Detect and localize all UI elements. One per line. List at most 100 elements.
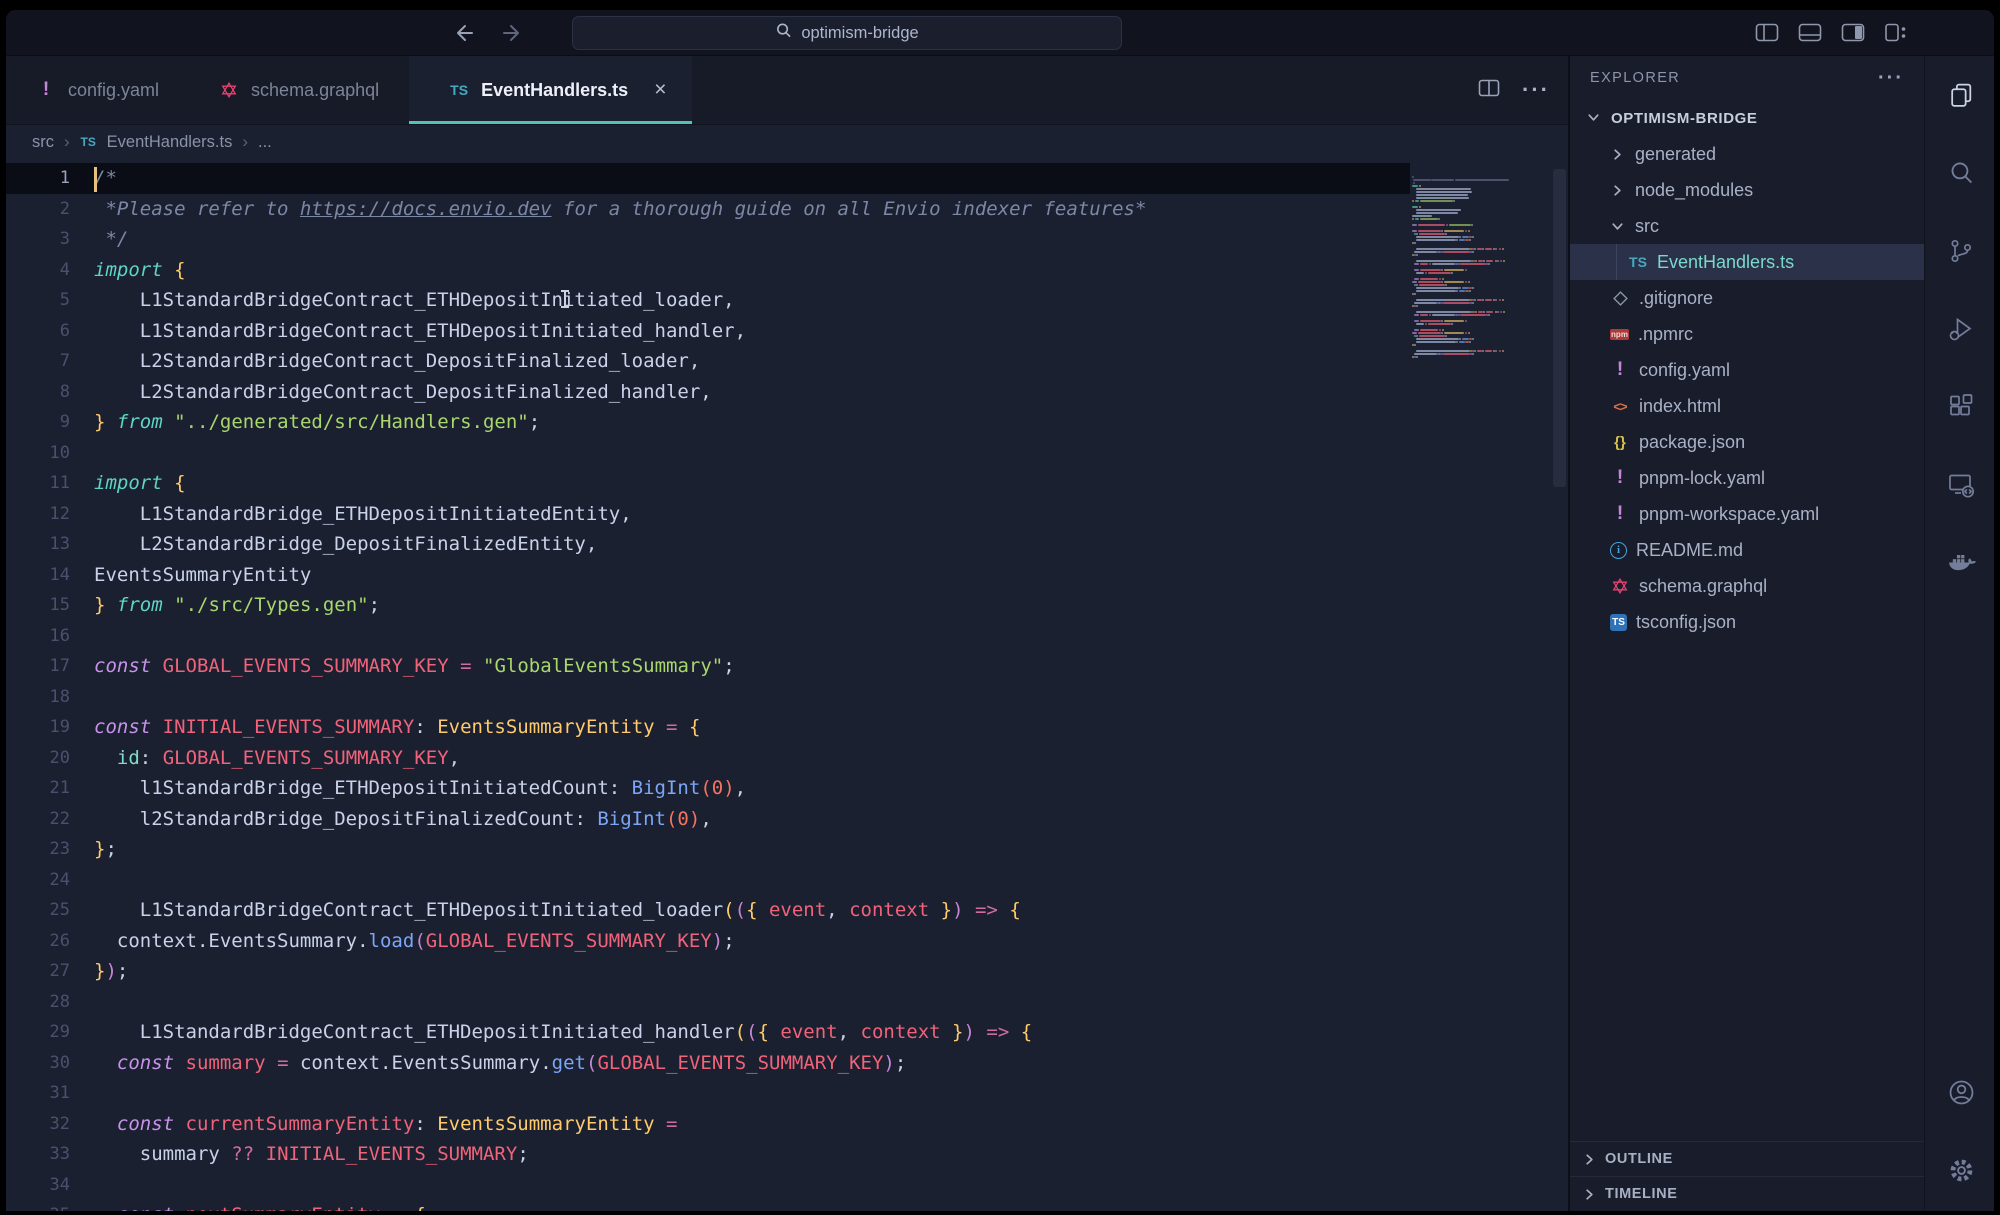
- section-timeline[interactable]: TIMELINE: [1570, 1176, 1924, 1211]
- code-line[interactable]: 14EventsSummaryEntity: [6, 560, 1568, 591]
- code-line[interactable]: 7 L2StandardBridgeContract_DepositFinali…: [6, 346, 1568, 377]
- code-line[interactable]: 25 L1StandardBridgeContract_ETHDepositIn…: [6, 895, 1568, 926]
- activity-docker-icon[interactable]: [1925, 524, 1994, 602]
- tab-config.yaml[interactable]: !config.yaml: [6, 56, 189, 124]
- file-.npmrc[interactable]: npm.npmrc: [1570, 316, 1924, 352]
- code-line[interactable]: 12 L1StandardBridge_ETHDepositInitiatedE…: [6, 499, 1568, 530]
- activity-remote-explorer-icon[interactable]: [1925, 446, 1994, 524]
- folder-src[interactable]: src: [1570, 208, 1924, 244]
- line-number: 12: [6, 499, 94, 530]
- code-line[interactable]: 2 *Please refer to https://docs.envio.de…: [6, 194, 1568, 225]
- code-line[interactable]: 6 L1StandardBridgeContract_ETHDepositIni…: [6, 316, 1568, 347]
- activity-settings-icon[interactable]: [1925, 1131, 1994, 1209]
- line-number: 19: [6, 712, 94, 743]
- tree-item-label: tsconfig.json: [1636, 612, 1736, 633]
- toggle-panel-left-icon[interactable]: [1755, 23, 1779, 42]
- file-README.md[interactable]: iREADME.md: [1570, 532, 1924, 568]
- line-number: 23: [6, 834, 94, 865]
- breadcrumb-symbol[interactable]: ...: [258, 133, 272, 152]
- code-line[interactable]: 28: [6, 987, 1568, 1018]
- activity-search-icon[interactable]: [1925, 134, 1994, 212]
- code-line[interactable]: 24: [6, 865, 1568, 896]
- code-line[interactable]: 35 const nextSummaryEntity = {: [6, 1200, 1568, 1211]
- file-pnpm-lock.yaml[interactable]: !pnpm-lock.yaml: [1570, 460, 1924, 496]
- code-line[interactable]: 1/*: [6, 163, 1568, 194]
- folder-OPTIMISM-BRIDGE[interactable]: OPTIMISM-BRIDGE: [1570, 100, 1924, 136]
- code-line[interactable]: 33 summary ?? INITIAL_EVENTS_SUMMARY;: [6, 1139, 1568, 1170]
- activity-files-icon[interactable]: [1925, 56, 1994, 134]
- code-line[interactable]: 11import {: [6, 468, 1568, 499]
- line-number: 33: [6, 1139, 94, 1170]
- breadcrumb[interactable]: src › TS EventHandlers.ts › ...: [6, 125, 1568, 159]
- editor-more-actions-icon[interactable]: ···: [1522, 77, 1550, 103]
- code-line[interactable]: 10: [6, 438, 1568, 469]
- file-package.json[interactable]: {}package.json: [1570, 424, 1924, 460]
- tree-item-label: package.json: [1639, 432, 1745, 453]
- code-line[interactable]: 17const GLOBAL_EVENTS_SUMMARY_KEY = "Glo…: [6, 651, 1568, 682]
- code-line[interactable]: 22 l2StandardBridge_DepositFinalizedCoun…: [6, 804, 1568, 835]
- breadcrumb-file[interactable]: EventHandlers.ts: [107, 133, 233, 152]
- code-line[interactable]: 19const INITIAL_EVENTS_SUMMARY: EventsSu…: [6, 712, 1568, 743]
- toggle-panel-bottom-icon[interactable]: [1798, 23, 1822, 42]
- code-line[interactable]: 18: [6, 682, 1568, 713]
- code-line[interactable]: 3 */: [6, 224, 1568, 255]
- code-line[interactable]: 31: [6, 1078, 1568, 1109]
- line-number: 5: [6, 285, 94, 316]
- code-line[interactable]: 20 id: GLOBAL_EVENTS_SUMMARY_KEY,: [6, 743, 1568, 774]
- html-file-icon: <>: [1610, 396, 1630, 416]
- breadcrumb-folder[interactable]: src: [32, 133, 54, 152]
- line-number: 20: [6, 743, 94, 774]
- tab-EventHandlers.ts[interactable]: TSEventHandlers.ts×: [409, 56, 692, 124]
- file-schema.graphql[interactable]: schema.graphql: [1570, 568, 1924, 604]
- line-number: 2: [6, 194, 94, 225]
- code-line[interactable]: 27});: [6, 956, 1568, 987]
- file-pnpm-workspace.yaml[interactable]: !pnpm-workspace.yaml: [1570, 496, 1924, 532]
- back-arrow-icon[interactable]: [452, 21, 476, 45]
- code-line[interactable]: 32 const currentSummaryEntity: EventsSum…: [6, 1109, 1568, 1140]
- file-EventHandlers.ts[interactable]: TSEventHandlers.ts: [1570, 244, 1924, 280]
- tab-close-icon[interactable]: ×: [654, 78, 666, 102]
- code-line[interactable]: 15} from "./src/Types.gen";: [6, 590, 1568, 621]
- workspace-name: optimism-bridge: [801, 24, 918, 43]
- code-line[interactable]: 16: [6, 621, 1568, 652]
- code-line[interactable]: 8 L2StandardBridgeContract_DepositFinali…: [6, 377, 1568, 408]
- file-index.html[interactable]: <>index.html: [1570, 388, 1924, 424]
- toggle-panel-right-icon[interactable]: [1841, 23, 1865, 42]
- code-line[interactable]: 23};: [6, 834, 1568, 865]
- folder-generated[interactable]: generated: [1570, 136, 1924, 172]
- code-line[interactable]: 13 L2StandardBridge_DepositFinalizedEnti…: [6, 529, 1568, 560]
- tab-label: schema.graphql: [251, 80, 379, 101]
- section-outline[interactable]: OUTLINE: [1570, 1141, 1924, 1176]
- code-line[interactable]: 4import {: [6, 255, 1568, 286]
- command-center-search[interactable]: optimism-bridge: [572, 16, 1122, 50]
- git-file-icon: [1610, 288, 1630, 308]
- activity-extensions-icon[interactable]: [1925, 368, 1994, 446]
- tab-schema.graphql[interactable]: schema.graphql: [189, 56, 409, 124]
- code-line[interactable]: 9} from "../generated/src/Handlers.gen";: [6, 407, 1568, 438]
- ts-file-icon: TS: [1628, 252, 1648, 272]
- code-line[interactable]: 34: [6, 1170, 1568, 1201]
- title-bar: optimism-bridge: [6, 10, 1994, 56]
- file-tsconfig.json[interactable]: TStsconfig.json: [1570, 604, 1924, 640]
- customize-layout-icon[interactable]: [1884, 23, 1908, 42]
- folder-node_modules[interactable]: node_modules: [1570, 172, 1924, 208]
- code-line[interactable]: 29 L1StandardBridgeContract_ETHDepositIn…: [6, 1017, 1568, 1048]
- activity-run-debug-icon[interactable]: [1925, 290, 1994, 368]
- vscode-window: optimism-bridge !config.yaml schema.graph…: [6, 10, 1994, 1211]
- split-editor-icon[interactable]: [1478, 79, 1500, 102]
- tree-item-label: node_modules: [1635, 180, 1753, 201]
- search-icon: [775, 22, 792, 44]
- code-editor[interactable]: 1/*2 *Please refer to https://docs.envio…: [6, 159, 1568, 1211]
- activity-source-control-icon[interactable]: [1925, 212, 1994, 290]
- explorer-more-actions-icon[interactable]: ···: [1878, 67, 1904, 90]
- code-line[interactable]: 30 const summary = context.EventsSummary…: [6, 1048, 1568, 1079]
- code-line[interactable]: 21 l1StandardBridge_ETHDepositInitiatedC…: [6, 773, 1568, 804]
- code-line[interactable]: 26 context.EventsSummary.load(GLOBAL_EVE…: [6, 926, 1568, 957]
- tree-item-label: pnpm-workspace.yaml: [1639, 504, 1819, 525]
- forward-arrow-icon[interactable]: [500, 21, 524, 45]
- file-config.yaml[interactable]: !config.yaml: [1570, 352, 1924, 388]
- activity-account-icon[interactable]: [1925, 1053, 1994, 1131]
- code-line[interactable]: 5 L1StandardBridgeContract_ETHDepositIni…: [6, 285, 1568, 316]
- tab-label: config.yaml: [68, 80, 159, 101]
- file-.gitignore[interactable]: .gitignore: [1570, 280, 1924, 316]
